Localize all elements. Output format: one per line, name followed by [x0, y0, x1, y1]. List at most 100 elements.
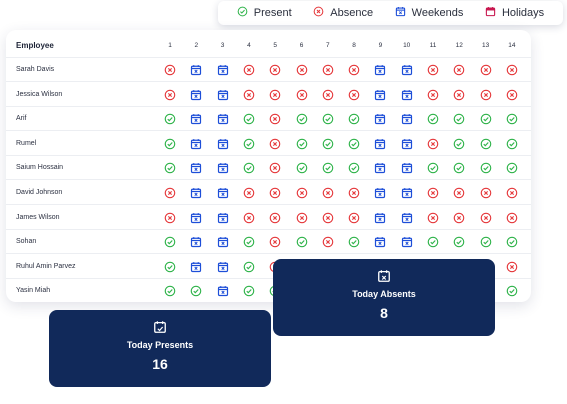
weekend-status-icon: [401, 187, 413, 199]
weekend-status-icon: [401, 162, 413, 174]
legend-label-holidays: Holidays: [501, 7, 545, 19]
absent-status-icon: [480, 64, 492, 76]
present-status-icon: [164, 113, 176, 125]
present-status-icon: [322, 113, 334, 125]
present-status-icon: [243, 285, 255, 297]
employee-name: Sohan: [16, 238, 37, 246]
employee-name: David Johnson: [16, 189, 63, 196]
present-status-icon: [453, 138, 465, 150]
table-header-row: Employee 1 2 3 4 5 6 7 8 9 10 11 12 13 14: [6, 34, 531, 58]
absent-status-icon: [243, 64, 255, 76]
absent-status-icon: [480, 89, 492, 101]
day-column-header: 7: [325, 42, 330, 49]
absent-status-icon: [269, 64, 281, 76]
absent-status-icon: [506, 212, 518, 224]
weekend-status-icon: [374, 187, 386, 199]
absent-status-icon: [322, 212, 334, 224]
employee-name: Yasin Miah: [16, 287, 51, 295]
weekend-status-icon: [374, 64, 386, 76]
present-status-icon: [296, 162, 308, 174]
present-status-icon: [164, 261, 176, 273]
present-status-icon: [480, 113, 492, 125]
absent-status-icon: [322, 236, 334, 248]
weekend-status-icon: [217, 89, 229, 101]
absent-status-icon: [269, 113, 281, 125]
present-status-icon: [348, 113, 360, 125]
absent-status-icon: [427, 187, 439, 199]
day-column-header: 1: [168, 42, 172, 49]
present-status-icon: [243, 261, 255, 273]
present-status-icon: [506, 162, 518, 174]
absent-status-icon: [269, 89, 281, 101]
absent-status-icon: [164, 212, 176, 224]
weekend-status-icon: [190, 236, 202, 248]
absent-status-icon: [322, 89, 334, 101]
day-column-header: 13: [481, 42, 490, 49]
absent-status-icon: [243, 212, 255, 224]
employee-name: Sarah Davis: [16, 66, 55, 73]
absent-status-icon: [480, 212, 492, 224]
legend-item-absence: Absence: [313, 6, 373, 20]
day-column-header: 8: [352, 42, 356, 49]
weekend-status-icon: [374, 162, 386, 174]
weekend-status-icon: [217, 236, 229, 248]
day-column-header: 3: [220, 42, 225, 49]
absent-status-icon: [506, 64, 518, 76]
absent-status-icon: [269, 212, 281, 224]
weekend-status-icon: [374, 212, 386, 224]
present-status-icon: [427, 162, 439, 174]
absent-status-icon: [348, 64, 360, 76]
calendar-icon: [485, 6, 496, 20]
present-status-icon: [243, 162, 255, 174]
absent-status-icon: [427, 89, 439, 101]
table-row: Sarah Davis: [6, 58, 531, 82]
day-column-header: 5: [273, 42, 277, 49]
weekend-status-icon: [190, 212, 202, 224]
day-column-header: 10: [403, 42, 411, 49]
table-row: David Johnson: [6, 181, 531, 205]
present-status-icon: [296, 236, 308, 248]
weekend-status-icon: [190, 162, 202, 174]
present-status-icon: [427, 236, 439, 248]
absent-status-icon: [322, 64, 334, 76]
absent-status-icon: [453, 187, 465, 199]
day-column-header: 14: [508, 42, 516, 49]
table-row: Rumel: [6, 132, 531, 156]
present-status-icon: [164, 138, 176, 150]
absent-status-icon: [296, 212, 308, 224]
weekend-status-icon: [190, 138, 202, 150]
present-status-icon: [243, 236, 255, 248]
weekend-status-icon: [190, 64, 202, 76]
present-status-icon: [164, 162, 176, 174]
weekend-status-icon: [217, 64, 229, 76]
legend-label-weekends: Weekends: [411, 7, 464, 19]
weekend-status-icon: [190, 187, 202, 199]
absent-status-icon: [269, 138, 281, 150]
present-status-icon: [164, 236, 176, 248]
present-status-icon: [296, 138, 308, 150]
table-row: James Wilson: [6, 206, 531, 230]
present-status-icon: [480, 162, 492, 174]
weekend-status-icon: [190, 261, 202, 273]
present-status-icon: [506, 138, 518, 150]
absent-status-icon: [269, 187, 281, 199]
today-absents-value: 8: [380, 305, 388, 321]
present-status-icon: [480, 236, 492, 248]
absent-status-icon: [453, 64, 465, 76]
present-status-icon: [453, 113, 465, 125]
absent-status-icon: [269, 162, 281, 174]
day-column-header: 6: [299, 42, 304, 49]
absent-status-icon: [296, 187, 308, 199]
present-status-icon: [427, 113, 439, 125]
absent-status-icon: [506, 261, 518, 273]
table-row: Sohan: [6, 230, 531, 255]
weekend-status-icon: [374, 138, 386, 150]
weekend-status-icon: [217, 285, 229, 297]
weekend-status-icon: [374, 113, 386, 125]
employee-name: Arif: [16, 115, 27, 123]
today-presents-value: 16: [152, 356, 168, 372]
present-status-icon: [480, 138, 492, 150]
legend-item-present: Present: [237, 6, 292, 20]
absent-status-icon: [296, 89, 308, 101]
present-status-icon: [190, 285, 202, 297]
